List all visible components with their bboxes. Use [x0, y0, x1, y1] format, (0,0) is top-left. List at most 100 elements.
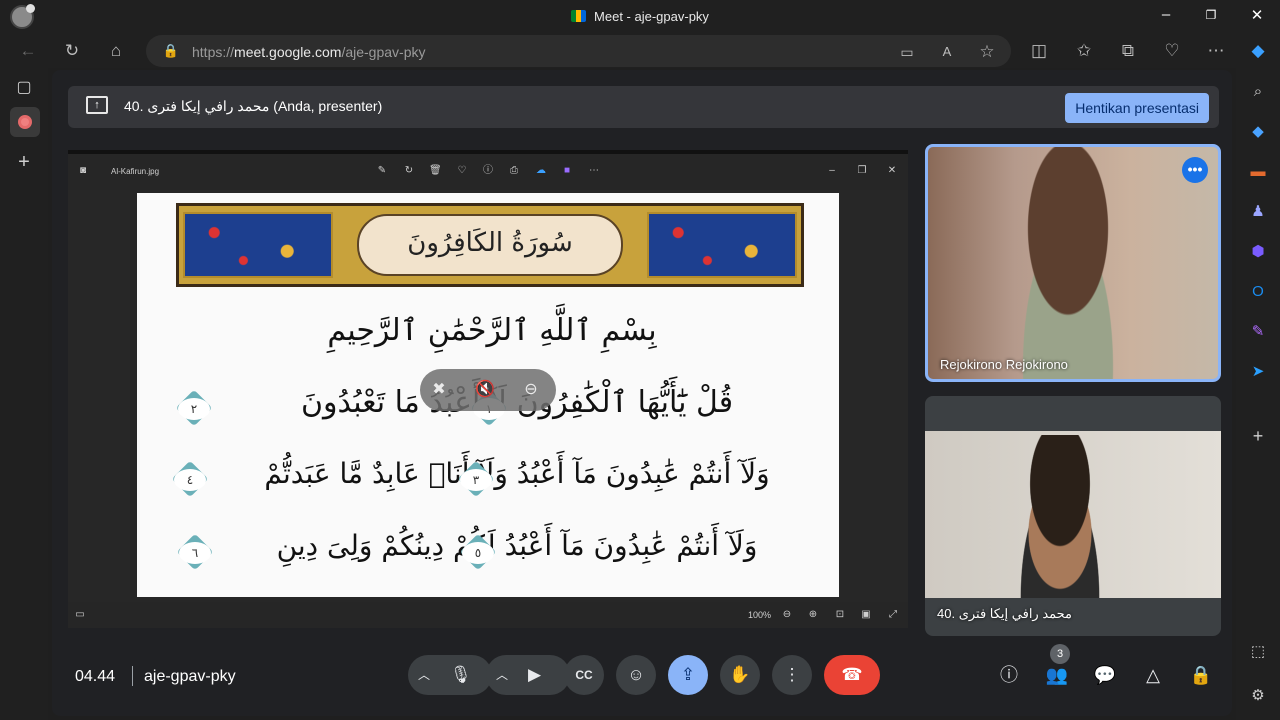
print-icon[interactable]: ⎙ [508, 165, 520, 177]
microsoft365-icon[interactable]: ⬢ [1246, 240, 1270, 264]
raise-hand-button[interactable]: ✋ [720, 655, 760, 695]
collections-icon[interactable]: ⧉ [1117, 40, 1139, 62]
verse-marker-3: ٣ [460, 460, 494, 500]
edit-icon[interactable]: ✎ [376, 165, 388, 177]
ayah-line-2: وَلَآ أَنتُمْ عَٰبِدُونَ مَآ أَعْبُدُ وَ… [264, 457, 770, 490]
back-arrow-icon[interactable]: ← [17, 40, 39, 62]
viewer-file-name: Al-Kafirun.jpg [111, 167, 160, 176]
captions-button[interactable]: CC [564, 655, 604, 695]
tools-icon[interactable]: ▬ [1246, 160, 1270, 184]
lock-icon[interactable]: 🔒 [160, 40, 182, 62]
search-icon[interactable]: ⌕ [1246, 80, 1270, 104]
designer-icon[interactable]: ✎ [1246, 320, 1270, 344]
microphone-icon: 🎙 [450, 665, 472, 684]
close-window-button[interactable]: ✕ [1246, 6, 1268, 24]
more-options-button[interactable]: ⋮ [772, 655, 812, 695]
outlook-icon[interactable]: O [1246, 280, 1270, 304]
surah-title: سُورَةُ الكَافِرُونَ [407, 228, 573, 258]
audio-options-chevron-icon[interactable]: ︿ [418, 655, 430, 695]
present-screen-icon: ↑ [86, 96, 108, 114]
rotate-icon[interactable]: ↻ [403, 165, 415, 177]
divider [132, 666, 133, 686]
add-sidebar-icon[interactable]: + [1246, 424, 1270, 448]
verse-marker-6: ٦ [179, 533, 213, 573]
people-icon[interactable]: 👥 [1042, 660, 1072, 690]
participant-name-1: Rejokirono Rejokirono [940, 357, 1068, 372]
shopping-icon[interactable]: ◆ [1246, 120, 1270, 144]
copilot-icon[interactable]: ◆ [1247, 40, 1269, 62]
participant-tile-2[interactable]: 40. محمد رافي إيكا فترى [925, 396, 1221, 636]
stop-presenting-button[interactable]: Hentikan presentasi [1065, 93, 1209, 123]
fit-window-icon[interactable]: ⊡ [834, 609, 846, 621]
browser-essentials-icon[interactable]: ♡ [1161, 40, 1183, 62]
browser-toolbar: ← ↻ ⌂ 🔒 https://meet.google.com/aje-gpav… [0, 34, 1280, 68]
send-icon[interactable]: ➤ [1246, 360, 1270, 384]
sidebar-settings-icon[interactable]: ⚙ [1246, 684, 1270, 708]
meeting-details-icon[interactable]: ⓘ [994, 660, 1024, 690]
mute-off-icon[interactable]: 🔇 [474, 379, 496, 401]
favorite-icon[interactable]: ♡ [456, 165, 468, 177]
viewer-minimize-icon[interactable]: – [826, 165, 838, 177]
actual-size-icon[interactable]: ▣ [860, 609, 872, 621]
minimize-button[interactable]: – [1155, 6, 1177, 23]
camera-permission-icon[interactable]: ▭ [896, 41, 918, 63]
meeting-code: aje-gpav-pky [144, 668, 236, 685]
leave-call-button[interactable]: ☎ [824, 655, 880, 695]
activities-icon[interactable]: △ [1138, 660, 1168, 690]
home-icon[interactable]: ⌂ [105, 40, 127, 62]
surah-header-ornament: سُورَةُ الكَافِرُونَ [176, 203, 804, 287]
address-bar[interactable]: 🔒 https://meet.google.com/aje-gpav-pky ▭… [146, 35, 1011, 67]
onedrive-icon[interactable]: ☁ [535, 165, 547, 177]
info-icon[interactable]: ⓘ [482, 165, 494, 177]
new-tab-icon[interactable]: + [12, 150, 36, 174]
reactions-button[interactable]: ☺ [616, 655, 656, 695]
refresh-icon[interactable]: ↻ [61, 40, 83, 62]
screenshare-overlay-controls: ✖ 🔇 ⊖ [420, 369, 556, 411]
settings-more-icon[interactable]: ⋯ [1205, 40, 1227, 62]
microphone-button[interactable]: ︿ 🎙 [408, 655, 492, 695]
clipchamp-icon[interactable]: ■ [561, 165, 573, 177]
participant-face-2 [1005, 435, 1115, 598]
browser-vertical-tabs: ▢ + [0, 68, 48, 720]
present-screen-button[interactable]: ⇪ [668, 655, 708, 695]
screenshot-icon[interactable]: ⬚ [1246, 640, 1270, 664]
tab-actions-icon[interactable]: ▢ [12, 76, 36, 100]
video-options-chevron-icon[interactable]: ︿ [496, 655, 508, 695]
right-floral-ornament [647, 212, 797, 278]
chat-icon[interactable]: 💬 [1090, 660, 1120, 690]
presenting-banner: ↑ 40. محمد رافي إيكا فترى (Anda, present… [68, 86, 1219, 128]
pin-off-icon[interactable]: ✖ [428, 379, 450, 401]
host-controls-icon[interactable]: 🔒 [1186, 660, 1216, 690]
meet-window: ↑ 40. محمد رافي إيكا فترى (Anda, present… [52, 70, 1232, 716]
shared-screen: ◙ Al-Kafirun.jpg ✎ ↻ 🗑 ♡ ⓘ ⎙ ☁ ■ ⋯ – ❐ ✕… [68, 150, 908, 628]
window-title: Meet - aje-gpav-pky [0, 9, 1280, 24]
favorites-icon[interactable]: ✩ [1073, 40, 1095, 62]
participant-video-2 [925, 431, 1221, 598]
url-text[interactable]: https://meet.google.com/aje-gpav-pky [192, 44, 425, 60]
delete-icon[interactable]: 🗑 [429, 165, 442, 177]
favorite-star-icon[interactable]: ☆ [976, 41, 998, 63]
restore-button[interactable]: ❐ [1200, 8, 1222, 22]
verse-marker-4: ٤ [174, 460, 208, 500]
camera-button[interactable]: ︿ ▶ [486, 655, 570, 695]
viewer-close-icon[interactable]: ✕ [886, 165, 898, 177]
zoom-out-icon[interactable]: ⊖ [781, 609, 793, 621]
call-controls-bar: 04.44 aje-gpav-pky ︿ 🎙 ︿ ▶ CC ☺ ⇪ ✋ ⋮ ☎ … [52, 644, 1232, 716]
games-icon[interactable]: ♟ [1246, 200, 1270, 224]
fullscreen-icon[interactable]: ⤢ [887, 609, 899, 621]
participant-name-2: 40. محمد رافي إيكا فترى [937, 606, 1073, 621]
split-screen-icon[interactable]: ◫ [1028, 40, 1050, 62]
zoom-in-icon[interactable]: ⊕ [807, 609, 819, 621]
participant-tile-1[interactable]: ••• Rejokirono Rejokirono [925, 144, 1221, 382]
more-options-icon[interactable]: ••• [1182, 157, 1208, 183]
ayah-line-3: وَلَآ أَنتُمْ عَٰبِدُونَ مَآ أَعْبُدُ لَ… [276, 529, 758, 562]
read-aloud-icon[interactable]: A [936, 41, 958, 63]
more-icon[interactable]: ⋯ [588, 165, 600, 177]
filmstrip-icon[interactable]: ▭ [74, 609, 86, 621]
tab-meet-recording-icon[interactable] [10, 107, 40, 137]
photo-viewer-statusbar: ▭ 100% ⊖ ⊕ ⊡ ▣ ⤢ [68, 602, 908, 628]
viewer-restore-icon[interactable]: ❐ [856, 165, 868, 177]
remove-icon[interactable]: ⊖ [520, 379, 542, 401]
verse-marker-5: ٥ [462, 533, 496, 573]
people-count-badge: 3 [1050, 644, 1070, 664]
